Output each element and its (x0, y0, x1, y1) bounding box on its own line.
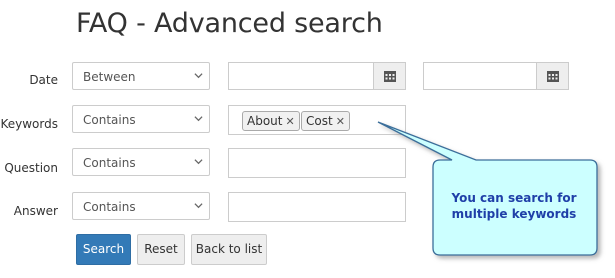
reset-button[interactable]: Reset (137, 234, 185, 265)
question-input[interactable] (228, 148, 406, 178)
chevron-down-icon (194, 73, 203, 79)
date-to-calendar-button[interactable] (536, 63, 568, 89)
date-to-input[interactable] (423, 62, 569, 90)
page-title: FAQ - Advanced search (76, 8, 383, 39)
question-operator-value: Contains (83, 156, 136, 170)
answer-operator-select[interactable]: Contains (72, 192, 210, 220)
keywords-tag-input[interactable]: About ✕ Cost ✕ (228, 105, 406, 135)
tag-remove-icon[interactable]: ✕ (336, 115, 345, 128)
back-to-list-button[interactable]: Back to list (191, 234, 267, 265)
keyword-tag-label: About (247, 114, 283, 128)
date-from-calendar-button[interactable] (373, 63, 405, 89)
keywords-operator-value: Contains (83, 113, 136, 127)
date-operator-value: Between (83, 70, 136, 84)
date-label: Date (29, 73, 58, 87)
calendar-icon (547, 71, 559, 82)
keywords-label: Keywords (0, 117, 58, 131)
answer-input[interactable] (228, 192, 406, 222)
tag-remove-icon[interactable]: ✕ (285, 115, 294, 128)
chevron-down-icon (194, 116, 203, 122)
chevron-down-icon (194, 203, 203, 209)
keywords-operator-select[interactable]: Contains (72, 105, 210, 133)
question-operator-select[interactable]: Contains (72, 148, 210, 176)
keyword-tag[interactable]: About ✕ (242, 111, 300, 131)
keyword-tag[interactable]: Cost ✕ (301, 111, 350, 131)
question-label: Question (4, 161, 58, 175)
keyword-tag-label: Cost (306, 114, 333, 128)
answer-operator-value: Contains (83, 200, 136, 214)
callout-text: You can search for multiple keywords (451, 191, 577, 221)
date-operator-select[interactable]: Between (72, 62, 210, 90)
chevron-down-icon (194, 159, 203, 165)
calendar-icon (384, 71, 396, 82)
date-from-input[interactable] (228, 62, 406, 90)
answer-label: Answer (13, 204, 58, 218)
search-button[interactable]: Search (76, 234, 131, 265)
